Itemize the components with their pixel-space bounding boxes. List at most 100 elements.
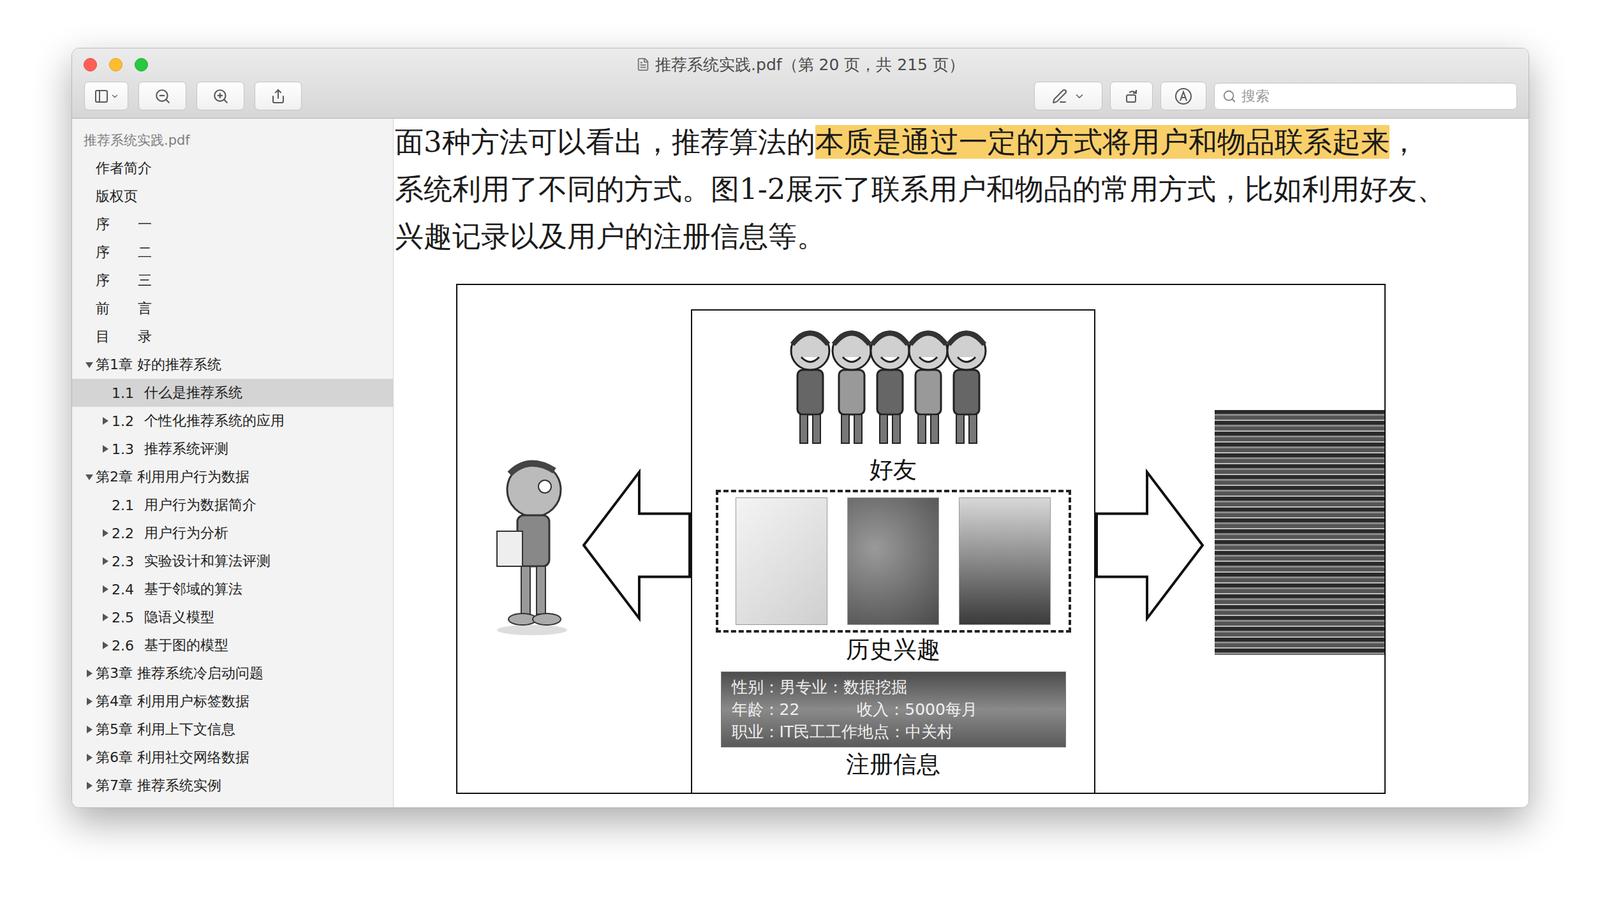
sidebar-item[interactable]: 序 三 xyxy=(72,266,393,295)
disclosure-triangle-icon xyxy=(84,472,94,482)
user-cartoon-icon xyxy=(490,454,574,637)
registration-box: 性别：男专业：数据挖掘年龄：22收入：5000每月职业：IT民工工作地点：中关村 xyxy=(720,671,1067,748)
zoom-out-button[interactable] xyxy=(138,81,187,111)
sidebar-item[interactable]: 第7章 推荐系统实例 xyxy=(72,771,393,800)
left-arrow-icon xyxy=(582,468,691,623)
sidebar-item[interactable]: 第5章 利用上下文信息 xyxy=(72,715,393,744)
close-button[interactable] xyxy=(83,58,97,72)
disclosure-toggle xyxy=(83,275,95,287)
sidebar-item[interactable]: 作者简介 xyxy=(72,154,393,183)
outline-sidebar: 推荐系统实践.pdf作者简介版权页序 一序 二序 三前 言目 录第1章 好的推荐… xyxy=(72,118,394,808)
text-line: 系统利用了不同的方式。图1-2展示了联系用户和物品的常用方式，比如利用好友、 xyxy=(394,165,1529,214)
disclosure-toggle xyxy=(83,303,95,315)
sidebar-header: 推荐系统实践.pdf xyxy=(72,126,393,155)
items-column xyxy=(1095,285,1385,793)
disclosure-toggle[interactable] xyxy=(83,472,95,483)
share-button[interactable] xyxy=(254,81,302,111)
page: 推荐系统实践.pdf（第 20 页，共 215 页）搜索推荐系统实践.pdf作者… xyxy=(0,0,1600,809)
disclosure-toggle[interactable] xyxy=(83,780,95,792)
book-cover xyxy=(735,497,828,626)
minimize-button[interactable] xyxy=(109,58,123,72)
sidebar-item[interactable]: 2.4基于邻域的算法 xyxy=(72,575,393,604)
item-number: 2.5 xyxy=(111,609,134,626)
disclosure-toggle xyxy=(83,163,95,175)
friends-label: 好友 xyxy=(869,452,917,488)
sidebar-item[interactable]: 第4章 利用用户标签数据 xyxy=(72,687,393,716)
sidebar-item[interactable]: 2.6基于图的模型 xyxy=(72,631,393,660)
sidebar-item[interactable]: 2.3实验设计和算法评测 xyxy=(72,547,393,576)
disclosure-toggle[interactable] xyxy=(99,612,111,624)
sidebar-item[interactable]: 序 二 xyxy=(72,238,393,267)
toolbar-right: 搜索 xyxy=(1034,81,1518,111)
sidebar-button[interactable] xyxy=(84,81,129,111)
markup-button[interactable] xyxy=(1160,81,1207,111)
disclosure-triangle-icon xyxy=(84,697,94,707)
share-icon xyxy=(270,88,286,104)
disclosure-toggle[interactable] xyxy=(83,668,95,680)
link-box: 好友历史兴趣性别：男专业：数据挖掘年龄：22收入：5000每月职业：IT民工工作… xyxy=(690,309,1096,793)
sidebar-item[interactable]: 2.5隐语义模型 xyxy=(72,603,393,632)
sidebar-item[interactable]: 1.1什么是推荐系统 xyxy=(72,378,393,408)
traffic-lights xyxy=(83,58,637,72)
sidebar-item[interactable]: 版权页 xyxy=(72,182,393,211)
disclosure-toggle xyxy=(99,500,111,512)
disclosure-triangle-icon xyxy=(100,585,110,594)
chevron-down-icon xyxy=(110,91,120,101)
sidebar-item[interactable]: 前 言 xyxy=(72,294,393,323)
text-segment: 系统利用了不同的方式。图1-2展示了联系用户和物品的常用方式，比如利用好友、 xyxy=(394,172,1446,207)
disclosure-triangle-icon xyxy=(84,725,94,735)
disclosure-toggle[interactable] xyxy=(83,696,95,708)
sidebar-item[interactable]: 第1章 好的推荐系统 xyxy=(72,350,393,379)
right-arrow-icon xyxy=(1095,468,1204,623)
disclosure-toggle[interactable] xyxy=(99,640,111,652)
sidebar-item[interactable]: 第6章 利用社交网络数据 xyxy=(72,743,393,772)
registration-line: 年龄：22收入：5000每月 xyxy=(731,698,1056,721)
disclosure-triangle-icon xyxy=(100,613,110,623)
sidebar-item[interactable]: 2.1用户行为数据简介 xyxy=(72,491,393,520)
disclosure-toggle[interactable] xyxy=(83,359,95,371)
disclosure-toggle[interactable] xyxy=(99,444,111,455)
disclosure-toggle[interactable] xyxy=(83,752,95,764)
document-page: 面3种方法可以看出，推荐算法的本质是通过一定的方式将用户和物品联系起来，系统利用… xyxy=(393,118,1529,808)
sidebar-item[interactable]: 2.2用户行为分析 xyxy=(72,519,393,548)
sidebar-item[interactable]: 目 录 xyxy=(72,322,393,351)
zoom-in-button[interactable] xyxy=(196,81,245,111)
highlight-button[interactable] xyxy=(1034,81,1103,111)
rotate-button[interactable] xyxy=(1110,81,1153,111)
item-number: 2.4 xyxy=(111,581,134,598)
book-cover xyxy=(958,497,1051,626)
sidebar-item[interactable]: 1.3推荐系统评测 xyxy=(72,435,393,464)
disclosure-toggle[interactable] xyxy=(99,528,111,540)
toolbar: 搜索 xyxy=(72,80,1529,119)
disclosure-toggle xyxy=(83,331,95,343)
text-line: 兴趣记录以及用户的注册信息等。 xyxy=(394,213,1529,261)
books-photo xyxy=(1214,410,1385,656)
title-bar: 推荐系统实践.pdf（第 20 页，共 215 页） xyxy=(72,48,1529,81)
book-cover xyxy=(847,497,940,626)
disclosure-toggle xyxy=(83,219,95,231)
sidebar-item[interactable]: 第3章 推荐系统冷启动问题 xyxy=(72,659,393,688)
item-number: 2.2 xyxy=(111,525,134,542)
item-number: 1.1 xyxy=(111,385,134,402)
highlight: 本质是通过一定的方式将用户和物品联系起来 xyxy=(815,125,1390,159)
item-number: 1.2 xyxy=(111,413,134,430)
disclosure-toggle[interactable] xyxy=(83,724,95,736)
figure: 好友历史兴趣性别：男专业：数据挖掘年龄：22收入：5000每月职业：IT民工工作… xyxy=(456,283,1386,795)
text-segment: 面3种方法可以看出，推荐算法的 xyxy=(394,125,816,159)
preview-window: 推荐系统实践.pdf（第 20 页，共 215 页）搜索推荐系统实践.pdf作者… xyxy=(71,47,1530,809)
disclosure-triangle-icon xyxy=(84,669,94,679)
item-number: 1.3 xyxy=(111,441,134,458)
disclosure-toggle[interactable] xyxy=(99,556,111,568)
sidebar-item[interactable]: 1.2个性化推荐系统的应用 xyxy=(72,407,393,436)
disclosure-toggle[interactable] xyxy=(99,584,111,596)
user-column xyxy=(457,285,691,793)
disclosure-toggle[interactable] xyxy=(99,415,111,427)
zoom-in-icon xyxy=(212,88,230,105)
sidebar-item[interactable]: 第2章 利用用户行为数据 xyxy=(72,463,393,492)
search-icon xyxy=(1222,89,1237,104)
item-number: 2.3 xyxy=(111,553,134,570)
search-field[interactable]: 搜索 xyxy=(1214,82,1518,110)
zoom-button[interactable] xyxy=(134,58,149,72)
sidebar-item[interactable]: 序 一 xyxy=(72,210,393,239)
registration-line: 职业：IT民工工作地点：中关村 xyxy=(731,720,1056,744)
